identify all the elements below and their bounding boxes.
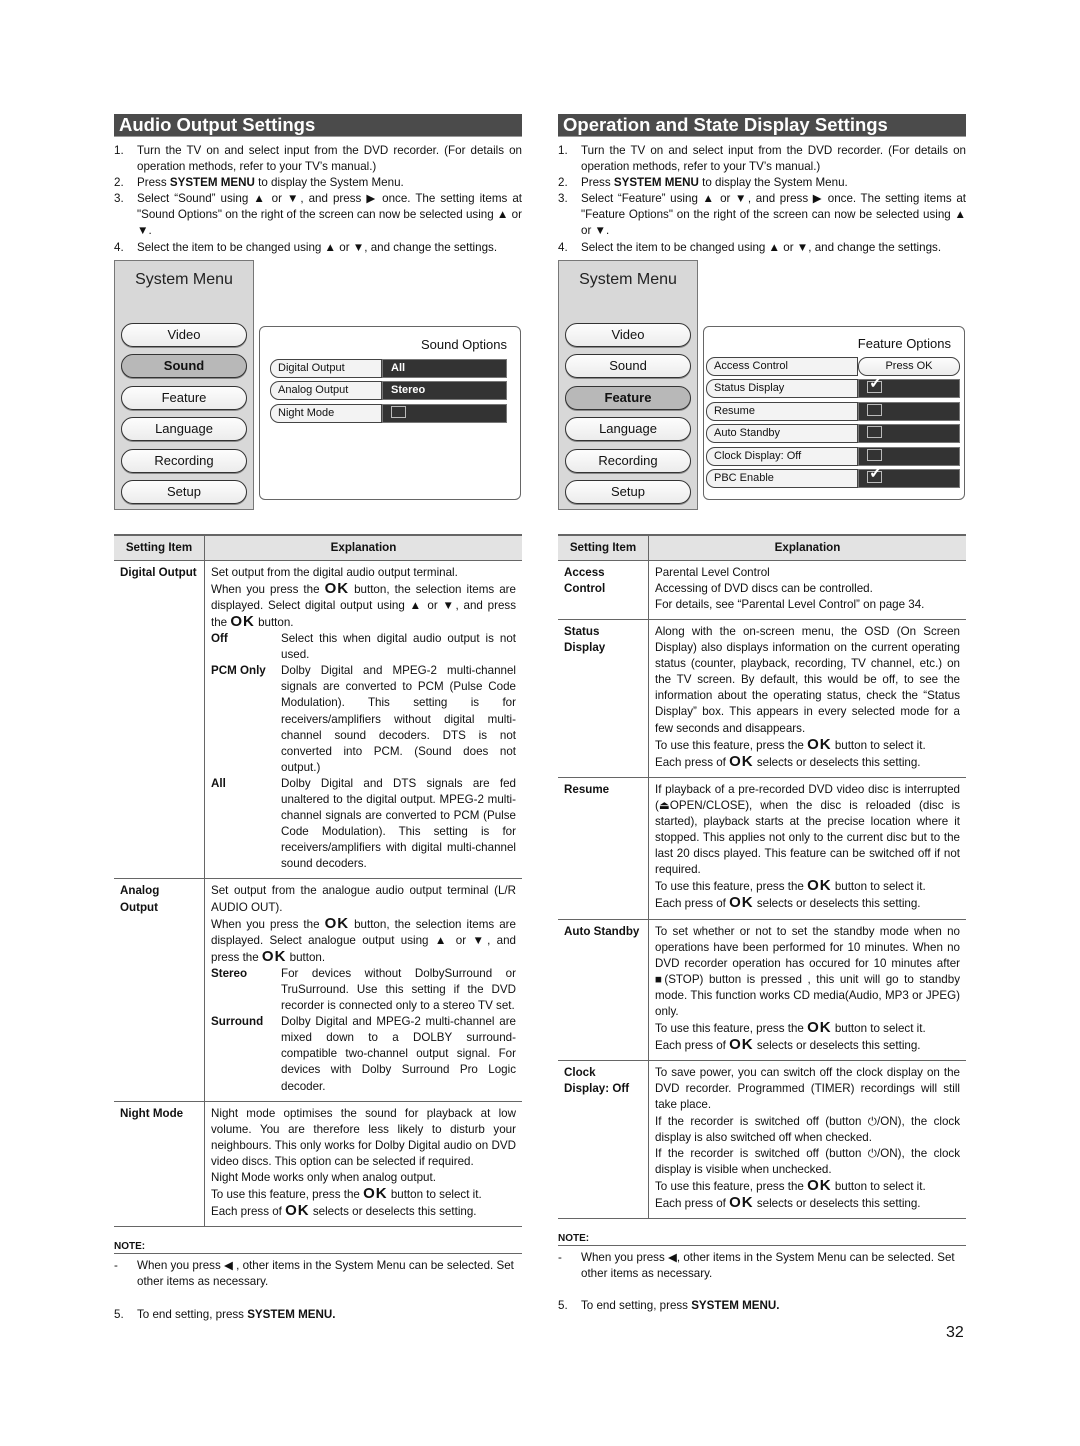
press-ok-button[interactable]: Press OK: [858, 356, 960, 376]
menu-item-sound[interactable]: Sound: [121, 354, 247, 379]
step: 3. Select “Feature” using ▲ or ▼, and pre…: [558, 192, 966, 238]
options-title: Sound Options: [420, 336, 507, 352]
table-row: Night Mode Night mode optimises the soun…: [114, 1101, 522, 1228]
sound-options-panel: Sound Options Digital Output All Analog …: [259, 325, 521, 500]
system-menu-title: System Menu: [135, 270, 233, 288]
table-row: Access Control Parental Level Control Ac…: [558, 560, 966, 620]
ok-button-glyph: OK: [230, 612, 255, 630]
ok-button-glyph: OK: [807, 1176, 832, 1194]
option-row-access-control[interactable]: Access Control Press OK: [706, 356, 960, 376]
table-row: Analog Output Set output from the analog…: [114, 878, 522, 1102]
ok-button-glyph: OK: [729, 1036, 754, 1054]
menu-item-recording[interactable]: Recording: [565, 448, 691, 473]
option-row-analog-output[interactable]: Analog Output Stereo: [270, 381, 507, 401]
checkbox-icon[interactable]: [867, 426, 882, 439]
option-row-status-display[interactable]: Status Display: [706, 375, 960, 399]
column-header: Setting Item: [558, 533, 649, 561]
step: 4. Select the item to be changed using ▲ …: [114, 240, 498, 254]
options-title: Feature Options: [857, 335, 951, 351]
system-menu-panel: System Menu Video Sound Feature Language…: [558, 259, 698, 510]
column-header: Explanation: [648, 533, 966, 561]
option-value[interactable]: All: [382, 358, 507, 378]
ok-button-glyph: OK: [807, 877, 832, 895]
column-header: Explanation: [204, 533, 522, 561]
menu-item-language[interactable]: Language: [121, 417, 247, 442]
menu-item-language[interactable]: Language: [565, 417, 691, 442]
end-step: 5. To end setting, press SYSTEM MENU.: [114, 1307, 336, 1321]
ok-button-glyph: OK: [261, 947, 287, 965]
menu-item-feature[interactable]: Feature: [121, 385, 247, 410]
menu-item-setup[interactable]: Setup: [565, 480, 691, 505]
menu-item-feature[interactable]: Feature: [565, 385, 691, 410]
step: 3. Select “Sound” using ▲ or ▼, and press…: [114, 192, 522, 238]
checkbox-icon[interactable]: [867, 375, 882, 394]
checkbox-icon[interactable]: [391, 405, 406, 418]
operation-display-section: Operation and State Display Settings 1. T…: [558, 114, 966, 1314]
column-header: Setting Item: [114, 533, 205, 561]
ok-button-glyph: OK: [807, 735, 832, 753]
table-row: Auto Standby To set whether or not to se…: [558, 919, 966, 1062]
ok-button-glyph: OK: [807, 1019, 832, 1037]
table-row: Status Display Along with the on-screen …: [558, 619, 966, 778]
ok-button-glyph: OK: [729, 752, 754, 770]
explanation-table: Setting Item Explanation Digital Output …: [114, 533, 522, 1228]
ok-button-glyph: OK: [729, 894, 754, 912]
option-value[interactable]: Stereo: [382, 381, 507, 401]
system-menu-panel: System Menu Video Sound Feature Language…: [114, 259, 254, 510]
option-row-digital-output[interactable]: Digital Output All: [270, 358, 507, 378]
ok-button-glyph: OK: [324, 914, 350, 932]
steps-list: 1. Turn the TV on and select input from t…: [114, 143, 522, 256]
note-text: - When you press ◀, other items in the Sy…: [558, 1251, 955, 1281]
checkbox-icon[interactable]: [867, 465, 882, 484]
option-row-clock-display[interactable]: Clock Display: Off: [706, 446, 960, 466]
section-title: Operation and State Display Settings: [558, 114, 966, 137]
audio-output-section: Audio Output Settings 1. Turn the TV on a…: [114, 114, 522, 1323]
option-row-pbc-enable[interactable]: PBC Enable: [706, 465, 960, 489]
note-text: - When you press ◀ , other items in the S…: [114, 1259, 514, 1289]
page-number: 32: [946, 1324, 964, 1341]
option-row-night-mode[interactable]: Night Mode: [270, 403, 507, 423]
steps-list: 1. Turn the TV on and select input from t…: [558, 143, 966, 256]
end-step: 5. To end setting, press SYSTEM MENU.: [558, 1299, 780, 1313]
note-heading: NOTE:: [114, 1241, 522, 1255]
table-row: Resume If playback of a pre-recorded DVD…: [558, 777, 966, 920]
checkbox-icon[interactable]: [867, 448, 882, 461]
system-menu-diagram: System Menu Video Sound Feature Language…: [558, 259, 966, 518]
system-menu-diagram: System Menu Video Sound Feature Language…: [114, 259, 522, 518]
system-menu-title: System Menu: [579, 270, 677, 288]
ok-button-glyph: OK: [363, 1185, 388, 1203]
checkbox-icon[interactable]: [867, 403, 882, 416]
menu-item-sound[interactable]: Sound: [565, 354, 691, 379]
section-title: Audio Output Settings: [114, 114, 522, 137]
step: 4. Select the item to be changed using ▲ …: [558, 240, 942, 254]
menu-item-setup[interactable]: Setup: [121, 480, 247, 505]
menu-item-video[interactable]: Video: [121, 322, 247, 347]
explanation-table: Setting Item Explanation Access Control …: [558, 533, 966, 1220]
step: 1. Turn the TV on and select input from t…: [114, 144, 522, 174]
ok-button-glyph: OK: [729, 1194, 754, 1212]
ok-button-glyph: OK: [285, 1202, 310, 1220]
step: 2. Press SYSTEM MENU to display the Syste…: [558, 176, 848, 190]
option-row-resume[interactable]: Resume: [706, 401, 960, 421]
feature-options-panel: Feature Options Access Control Press OK …: [703, 325, 965, 500]
menu-item-recording[interactable]: Recording: [121, 448, 247, 473]
table-row: Clock Display: Off To save power, you ca…: [558, 1060, 966, 1220]
step: 1. Turn the TV on and select input from t…: [558, 144, 966, 174]
menu-item-video[interactable]: Video: [565, 322, 691, 347]
note-heading: NOTE:: [558, 1233, 966, 1247]
option-row-auto-standby[interactable]: Auto Standby: [706, 424, 960, 444]
step: 2. Press SYSTEM MENU to display the Syste…: [114, 176, 404, 190]
ok-button-glyph: OK: [324, 579, 350, 597]
table-row: Digital Output Set output from the digit…: [114, 560, 522, 880]
